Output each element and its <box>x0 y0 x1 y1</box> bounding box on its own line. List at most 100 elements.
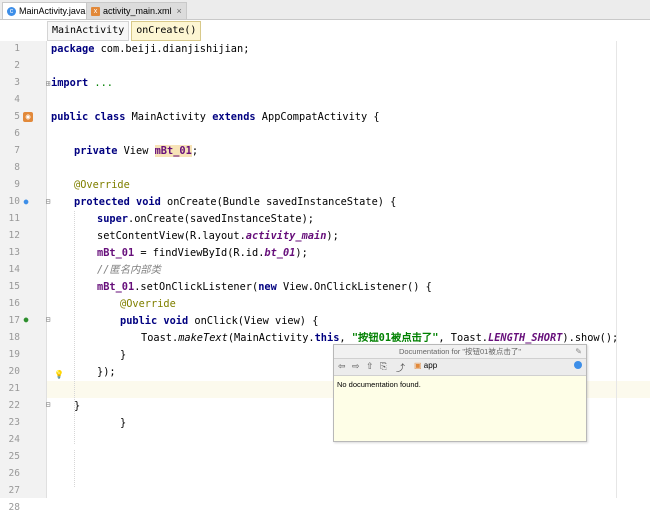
documentation-body: No documentation found. <box>337 380 421 389</box>
code-text: AppCompatActivity { <box>255 111 380 123</box>
forward-icon[interactable]: ⇨ <box>352 361 360 372</box>
keyword: private <box>74 145 118 157</box>
implement-marker-icon[interactable]: ● <box>21 315 31 325</box>
code-text: .onCreate(savedInstanceState); <box>128 213 314 225</box>
comment: //匿名内部类 <box>97 264 161 276</box>
documentation-toolbar: ⇦ ⇨ ⇧ ⎘ ⤴ ▣ app <box>334 359 586 376</box>
line-number: 23 <box>8 417 20 428</box>
field-name: mBt_01 <box>97 247 135 259</box>
field-name: mBt_01 <box>97 281 135 293</box>
keyword: package <box>51 43 95 55</box>
code-text: } <box>120 349 127 361</box>
line-number: 3 <box>14 77 20 88</box>
edit-source-icon[interactable]: ⎘ <box>380 361 387 372</box>
code-line-3: import ... <box>51 75 113 92</box>
code-text: ); <box>326 230 339 242</box>
back-icon[interactable]: ⇦ <box>338 361 346 372</box>
keyword: public class <box>51 111 126 123</box>
close-icon[interactable]: × <box>177 6 182 16</box>
line-number: 14 <box>8 264 20 275</box>
method-name: makeText <box>178 332 228 344</box>
code-line-19: mBt_01.setOnClickListener(new View.OnCli… <box>97 279 432 296</box>
up-icon[interactable]: ⇧ <box>366 361 374 372</box>
code-line-17: mBt_01 = findViewById(R.id.bt_01); <box>97 245 308 262</box>
breadcrumb-method[interactable]: onCreate() <box>131 21 202 41</box>
static-field: bt_01 <box>264 247 296 259</box>
code-text: , Toast. <box>438 332 489 344</box>
keyword: import <box>51 77 89 89</box>
line-number: 28 <box>8 502 20 513</box>
line-number: 9 <box>14 179 20 190</box>
folded-region[interactable]: ... <box>88 77 113 89</box>
line-number: 18 <box>8 332 20 343</box>
pin-icon[interactable]: ✎ <box>575 345 582 358</box>
breadcrumb: MainActivity onCreate() <box>47 21 203 41</box>
editor-tab-bar: c MainActivity.java × x activity_main.xm… <box>0 0 650 20</box>
code-line-27: } <box>120 415 126 432</box>
code-text: onClick(View view) { <box>188 315 319 327</box>
documentation-title: Documentation for "按钮01被点击了" <box>398 347 522 356</box>
code-text: } <box>120 417 127 429</box>
line-number: 27 <box>8 485 20 496</box>
module-label: ▣ app <box>414 361 437 370</box>
code-text: .setOnClickListener( <box>134 281 259 293</box>
code-line-9: public class MainActivity extends AppCom… <box>51 109 380 126</box>
code-text: = findViewById(R.id. <box>134 247 265 259</box>
code-text: ).show(); <box>562 332 619 344</box>
documentation-popup[interactable]: Documentation for "按钮01被点击了" ✎ ⇦ ⇨ ⇧ ⎘ ⤴… <box>333 344 587 442</box>
keyword: protected void <box>74 196 161 208</box>
module-name: app <box>423 361 438 370</box>
documentation-title-bar[interactable]: Documentation for "按钮01被点击了" ✎ <box>334 345 586 359</box>
string-literal: "按钮01被点击了" <box>351 332 439 344</box>
line-number: 10 <box>8 196 20 207</box>
class-icon: c <box>7 6 16 16</box>
static-field: LENGTH_SHORT <box>488 332 563 344</box>
tab-activity-main-xml[interactable]: x activity_main.xml × <box>86 2 187 19</box>
code-text: (MainActivity. <box>227 332 315 344</box>
code-line-1: package com.beiji.dianjishijian; <box>51 41 249 58</box>
line-number: 2 <box>14 60 20 71</box>
keyword: this <box>314 332 340 344</box>
line-number: 22 <box>8 400 20 411</box>
indent-guide <box>74 450 75 487</box>
code-text: }); <box>97 366 116 378</box>
code-line-18: //匿名内部类 <box>97 262 161 279</box>
line-number: 15 <box>8 281 20 292</box>
gear-icon[interactable] <box>574 361 582 369</box>
line-number: 1 <box>14 43 20 54</box>
keyword: super <box>97 213 128 225</box>
keyword: new <box>258 281 277 293</box>
annotation: @Override <box>74 179 130 191</box>
line-number: 5 <box>14 111 20 122</box>
external-doc-icon[interactable]: ⤴ <box>396 361 405 374</box>
line-number: 4 <box>14 94 20 105</box>
line-number: 7 <box>14 145 20 156</box>
line-number: 8 <box>14 162 20 173</box>
breadcrumb-class[interactable]: MainActivity <box>47 21 130 41</box>
keyword: extends <box>212 111 256 123</box>
code-text: , <box>339 332 352 344</box>
line-number: 13 <box>8 247 20 258</box>
code-line-21: public void onClick(View view) { <box>120 313 318 330</box>
line-number: 21 <box>8 383 20 394</box>
code-text: MainActivity <box>125 111 213 123</box>
android-activity-icon[interactable]: ◉ <box>23 112 33 122</box>
module-icon: ▣ <box>414 361 422 370</box>
line-number: 17 <box>8 315 20 326</box>
code-line-13: @Override <box>74 177 130 194</box>
xml-file-icon: x <box>91 6 100 16</box>
line-number: 25 <box>8 451 20 462</box>
static-field: activity_main <box>245 230 327 242</box>
line-number: 12 <box>8 230 20 241</box>
line-number: 6 <box>14 128 20 139</box>
line-number: 11 <box>8 213 20 224</box>
code-line-24: }); <box>97 364 116 381</box>
override-marker-icon[interactable]: ● <box>21 197 31 207</box>
line-number: 26 <box>8 468 20 479</box>
code-line-11: private View mBt_01; <box>74 143 198 160</box>
code-text: } <box>74 400 81 412</box>
line-number: 20 <box>8 366 20 377</box>
keyword: public void <box>120 315 189 327</box>
code-text: View.OnClickListener() { <box>276 281 432 293</box>
code-text: setContentView(R.layout. <box>97 230 246 242</box>
